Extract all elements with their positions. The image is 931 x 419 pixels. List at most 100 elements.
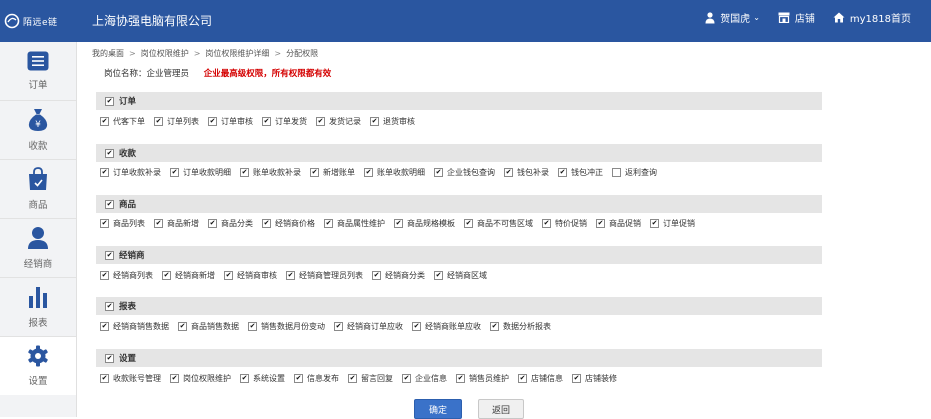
section-checkbox[interactable]: ✔ xyxy=(105,353,114,363)
checkbox[interactable]: ✔ xyxy=(456,373,465,383)
permission-checkbox-item[interactable]: ✔ 发货记录 xyxy=(316,116,361,127)
sidebar-item-orders[interactable]: 订单 xyxy=(0,42,76,100)
permission-checkbox-item[interactable]: ✔ 钱包冲正 xyxy=(558,167,603,178)
checkbox[interactable]: ✔ xyxy=(364,167,373,177)
checkbox[interactable]: ✔ xyxy=(434,167,443,177)
checkbox[interactable]: ✔ xyxy=(370,116,379,126)
checkbox[interactable]: ✔ xyxy=(154,116,163,126)
permission-checkbox-item[interactable]: 返利查询 xyxy=(612,167,657,178)
checkbox[interactable]: ✔ xyxy=(310,167,319,177)
checkbox[interactable]: ✔ xyxy=(178,321,187,331)
permission-checkbox-item[interactable]: ✔ 订单收款明细 xyxy=(170,167,231,178)
confirm-button[interactable]: 确定 xyxy=(414,399,462,419)
checkbox[interactable]: ✔ xyxy=(224,270,233,280)
checkbox[interactable]: ✔ xyxy=(262,116,271,126)
section-checkbox[interactable]: ✔ xyxy=(105,301,114,311)
permission-checkbox-item[interactable]: ✔ 企业钱包查询 xyxy=(434,167,495,178)
checkbox[interactable]: ✔ xyxy=(372,270,381,280)
permission-checkbox-item[interactable]: ✔ 订单发货 xyxy=(262,116,307,127)
checkbox[interactable]: ✔ xyxy=(100,167,109,177)
permission-checkbox-item[interactable]: ✔ 订单收款补录 xyxy=(100,167,161,178)
sidebar-item-products[interactable]: 商品 xyxy=(0,160,76,218)
checkbox[interactable]: ✔ xyxy=(316,116,325,126)
permission-checkbox-item[interactable]: ✔ 经销商价格 xyxy=(262,218,315,229)
permission-checkbox-item[interactable]: ✔ 商品促销 xyxy=(596,218,641,229)
permission-checkbox-item[interactable]: ✔ 商品属性维护 xyxy=(324,218,385,229)
sidebar-item-reports[interactable]: 报表 xyxy=(0,278,76,336)
permission-checkbox-item[interactable]: ✔ 新增账单 xyxy=(310,167,355,178)
checkbox[interactable]: ✔ xyxy=(434,270,443,280)
permission-checkbox-item[interactable]: ✔ 经销商订单应收 xyxy=(334,321,403,332)
permission-checkbox-item[interactable]: ✔ 钱包补录 xyxy=(504,167,549,178)
checkbox[interactable]: ✔ xyxy=(248,321,257,331)
sidebar-item-payments[interactable]: ¥ 收款 xyxy=(0,101,76,159)
checkbox[interactable]: ✔ xyxy=(504,167,513,177)
permission-checkbox-item[interactable]: ✔ 经销商区域 xyxy=(434,270,487,281)
permission-checkbox-item[interactable]: ✔ 订单审核 xyxy=(208,116,253,127)
checkbox[interactable]: ✔ xyxy=(100,218,109,228)
checkbox[interactable]: ✔ xyxy=(100,321,109,331)
permission-checkbox-item[interactable]: ✔ 系统设置 xyxy=(240,373,285,384)
permission-checkbox-item[interactable]: ✔ 账单收款明细 xyxy=(364,167,425,178)
user-menu[interactable]: 贺国虎 ⌄ xyxy=(705,10,760,25)
permission-checkbox-item[interactable]: ✔ 经销商账单应收 xyxy=(412,321,481,332)
permission-checkbox-item[interactable]: ✔ 经销商分类 xyxy=(372,270,425,281)
checkbox[interactable]: ✔ xyxy=(208,218,217,228)
checkbox[interactable]: ✔ xyxy=(348,373,357,383)
checkbox[interactable]: ✔ xyxy=(542,218,551,228)
checkbox[interactable]: ✔ xyxy=(100,116,109,126)
permission-checkbox-item[interactable]: ✔ 企业信息 xyxy=(402,373,447,384)
permission-checkbox-item[interactable]: ✔ 退货审核 xyxy=(370,116,415,127)
checkbox[interactable]: ✔ xyxy=(286,270,295,280)
permission-checkbox-item[interactable]: ✔ 商品列表 xyxy=(100,218,145,229)
permission-checkbox-item[interactable]: ✔ 经销商新增 xyxy=(162,270,215,281)
checkbox[interactable]: ✔ xyxy=(240,167,249,177)
checkbox[interactable]: ✔ xyxy=(518,373,527,383)
checkbox[interactable]: ✔ xyxy=(650,218,659,228)
permission-checkbox-item[interactable]: ✔ 代客下单 xyxy=(100,116,145,127)
checkbox[interactable]: ✔ xyxy=(240,373,249,383)
permission-checkbox-item[interactable]: ✔ 经销商列表 xyxy=(100,270,153,281)
permission-checkbox-item[interactable]: ✔ 订单促销 xyxy=(650,218,695,229)
permission-checkbox-item[interactable]: ✔ 岗位权限维护 xyxy=(170,373,231,384)
back-button[interactable]: 返回 xyxy=(478,399,524,419)
checkbox[interactable]: ✔ xyxy=(208,116,217,126)
permission-checkbox-item[interactable]: ✔ 销售数据月份变动 xyxy=(248,321,325,332)
permission-checkbox-item[interactable]: ✔ 商品分类 xyxy=(208,218,253,229)
sidebar-item-settings[interactable]: 设置 xyxy=(0,337,76,395)
permission-checkbox-item[interactable]: ✔ 特价促销 xyxy=(542,218,587,229)
permission-checkbox-item[interactable]: ✔ 收款账号管理 xyxy=(100,373,161,384)
checkbox[interactable]: ✔ xyxy=(490,321,499,331)
checkbox[interactable] xyxy=(612,167,621,177)
checkbox[interactable]: ✔ xyxy=(394,218,403,228)
permission-checkbox-item[interactable]: ✔ 店铺装修 xyxy=(572,373,617,384)
permission-checkbox-item[interactable]: ✔ 账单收款补录 xyxy=(240,167,301,178)
permission-checkbox-item[interactable]: ✔ 留言回复 xyxy=(348,373,393,384)
permission-checkbox-item[interactable]: ✔ 商品销售数据 xyxy=(178,321,239,332)
checkbox[interactable]: ✔ xyxy=(402,373,411,383)
permission-checkbox-item[interactable]: ✔ 经销商管理员列表 xyxy=(286,270,363,281)
permission-checkbox-item[interactable]: ✔ 销售员维护 xyxy=(456,373,509,384)
permission-checkbox-item[interactable]: ✔ 经销商审核 xyxy=(224,270,277,281)
permission-checkbox-item[interactable]: ✔ 经销商销售数据 xyxy=(100,321,169,332)
section-checkbox[interactable]: ✔ xyxy=(105,96,114,106)
checkbox[interactable]: ✔ xyxy=(324,218,333,228)
checkbox[interactable]: ✔ xyxy=(334,321,343,331)
permission-checkbox-item[interactable]: ✔ 订单列表 xyxy=(154,116,199,127)
checkbox[interactable]: ✔ xyxy=(100,373,109,383)
checkbox[interactable]: ✔ xyxy=(294,373,303,383)
permission-checkbox-item[interactable]: ✔ 商品新增 xyxy=(154,218,199,229)
permission-checkbox-item[interactable]: ✔ 信息发布 xyxy=(294,373,339,384)
checkbox[interactable]: ✔ xyxy=(596,218,605,228)
checkbox[interactable]: ✔ xyxy=(154,218,163,228)
checkbox[interactable]: ✔ xyxy=(170,167,179,177)
breadcrumb-item[interactable]: 岗位权限维护 xyxy=(141,49,189,58)
section-checkbox[interactable]: ✔ xyxy=(105,199,114,209)
checkbox[interactable]: ✔ xyxy=(558,167,567,177)
shop-link[interactable]: 店铺 xyxy=(778,10,815,25)
permission-checkbox-item[interactable]: ✔ 数据分析报表 xyxy=(490,321,551,332)
sidebar-item-dealers[interactable]: 经销商 xyxy=(0,219,76,277)
app-logo[interactable]: 陌远e链 xyxy=(4,10,76,32)
checkbox[interactable]: ✔ xyxy=(162,270,171,280)
checkbox[interactable]: ✔ xyxy=(572,373,581,383)
